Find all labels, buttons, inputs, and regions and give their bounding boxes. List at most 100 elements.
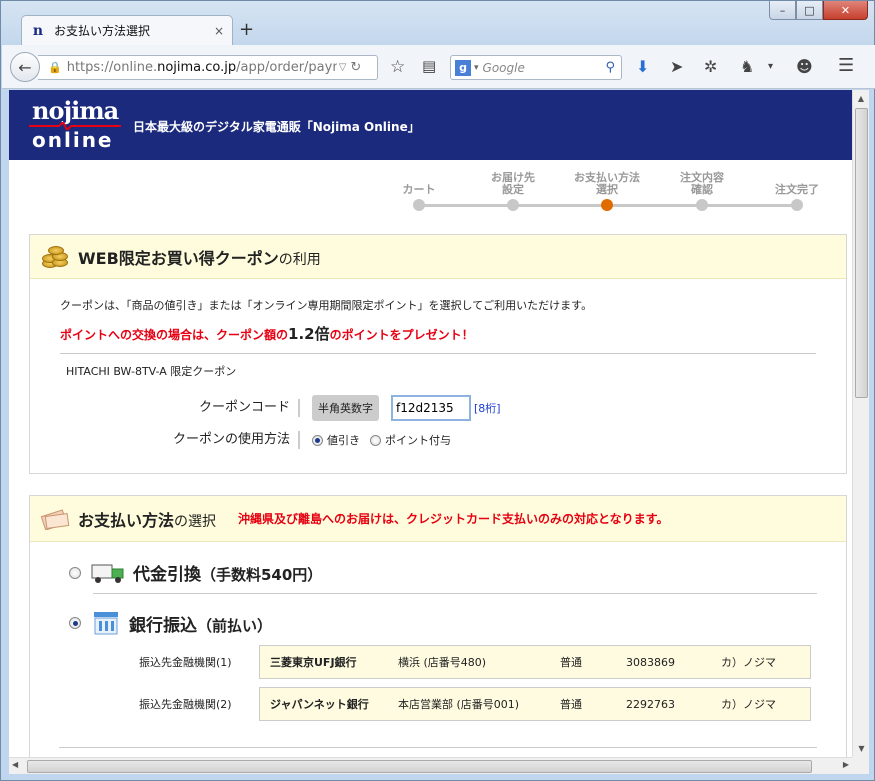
new-tab-button[interactable]: +: [239, 19, 254, 40]
coupon-title-suffix: の利用: [278, 251, 321, 268]
method-points-radio[interactable]: [370, 434, 381, 446]
step-dot: [791, 199, 803, 211]
bookmark-star-icon[interactable]: ☆: [390, 57, 405, 77]
cod-radio[interactable]: [69, 566, 81, 579]
coupon-description: クーポンは、「商品の値引き」または「オンライン専用期間限定ポイント」を選択してご…: [60, 299, 593, 312]
promo-text-after: のポイントをプレゼント！: [329, 328, 474, 342]
search-input[interactable]: Google: [483, 61, 606, 75]
minimize-button[interactable]: –: [769, 1, 796, 20]
bank-name: 三菱東京UFJ銀行: [270, 656, 357, 669]
payment-envelope-icon: [40, 508, 70, 530]
cod-title-sub: （手数料540円）: [201, 566, 323, 584]
bank-name: ジャパンネット銀行: [270, 698, 369, 711]
account-type: 普通: [560, 656, 582, 669]
step-label: 注文内容 確認: [680, 171, 724, 196]
bank-transfer-radio[interactable]: [69, 617, 81, 629]
vertical-scroll-thumb[interactable]: [855, 108, 868, 398]
cod-title-main: 代金引換: [133, 565, 201, 585]
coupon-panel-title: WEB限定お買い得クーポンの利用: [78, 245, 321, 269]
search-bar[interactable]: g ▾ Google ⚲: [450, 55, 622, 80]
url-path: /app/order/payme: [236, 60, 337, 75]
account-holder: カ）ノジマ: [721, 656, 776, 669]
search-engine-dropdown-icon[interactable]: ▾: [474, 63, 479, 73]
navigation-bar: 🔒 https://online.nojima.co.jp/app/order/…: [2, 45, 875, 89]
title-bar: – □ ✕ n お支払い方法選択 × +: [1, 1, 874, 45]
download-icon[interactable]: ⬇: [636, 57, 649, 76]
bank-info-box: ジャパンネット銀行 本店営業部 (店番号001) 普通 2292763 カ）ノジ…: [259, 687, 811, 721]
coupon-title-main: WEB限定お買い得クーポン: [78, 248, 279, 268]
back-button[interactable]: ←: [10, 52, 40, 82]
payment-separator: [93, 593, 817, 594]
nojima-logo[interactable]: nojima online: [29, 94, 124, 156]
method-discount-option[interactable]: 値引き: [312, 432, 360, 448]
google-icon[interactable]: g: [455, 59, 471, 76]
step-complete: 注文完了: [757, 166, 837, 211]
browser-tab[interactable]: n お支払い方法選択 ×: [21, 15, 233, 45]
step-dot: [507, 199, 519, 211]
method-points-option[interactable]: ポイント付与: [370, 432, 451, 448]
url-bar[interactable]: 🔒 https://online.nojima.co.jp/app/order/…: [38, 55, 378, 80]
bank-icon: [94, 612, 118, 635]
bank-info-box: 三菱東京UFJ銀行 横浜 (店番号480) 普通 3083869 カ）ノジマ: [259, 645, 811, 679]
site-tagline: 日本最大級のデジタル家電通販「Nojima Online」: [133, 120, 420, 134]
coupon-panel-header: WEB限定お買い得クーポンの利用: [30, 235, 846, 279]
chat-icon[interactable]: ☻: [796, 57, 813, 76]
step-delivery: お届け先 設定: [473, 166, 553, 211]
url-dropdown-icon[interactable]: ▽: [339, 62, 347, 73]
step-label: お届け先 設定: [491, 171, 535, 196]
step-dot: [413, 199, 425, 211]
payment-panel-header: お支払い方法の選択 沖縄県及び離島へのお届けは、クレジットカード支払いのみの対応…: [30, 496, 846, 542]
scroll-right-icon[interactable]: ▶: [843, 760, 849, 769]
extension-icon[interactable]: ✲: [704, 57, 717, 76]
step-confirm: 注文内容 確認: [662, 166, 742, 211]
alphanumeric-badge: 半角英数字: [312, 395, 379, 421]
url-domain: nojima.co.jp: [157, 60, 237, 75]
horizontal-scrollbar[interactable]: ◀ ▶: [9, 757, 852, 774]
method-points-label: ポイント付与: [385, 434, 451, 447]
logo-text-online: online: [32, 128, 114, 152]
bird-icon[interactable]: ♞: [740, 57, 754, 76]
promo-multiplier: 1.2倍: [288, 325, 330, 343]
site-header: nojima online 日本最大級のデジタル家電通販「Nojima Onli…: [9, 90, 852, 160]
vertical-scrollbar[interactable]: ▲ ▼: [852, 90, 869, 757]
method-discount-radio[interactable]: [312, 434, 323, 446]
payment-option-bank[interactable]: 銀行振込（前払い）: [69, 610, 272, 636]
menu-icon[interactable]: ☰: [838, 55, 854, 76]
coupon-code-label: クーポンコード: [30, 399, 300, 417]
step-cart: カート: [379, 166, 459, 211]
bank-row-1: 振込先金融機関(1) 三菱東京UFJ銀行 横浜 (店番号480) 普通 3083…: [139, 645, 811, 679]
search-icon[interactable]: ⚲: [605, 60, 615, 75]
close-window-button[interactable]: ✕: [823, 1, 868, 20]
tab-close-icon[interactable]: ×: [214, 24, 224, 38]
scroll-up-icon[interactable]: ▲: [853, 90, 869, 107]
coupon-method-label: クーポンの使用方法: [30, 431, 300, 449]
bird-dropdown-icon[interactable]: ▾: [768, 61, 773, 72]
bank-transfer-title: 銀行振込（前払い）: [129, 611, 272, 636]
payment-bottom-separator: [59, 747, 817, 748]
maximize-button[interactable]: □: [796, 1, 823, 20]
logo-text-nojima: nojima: [32, 96, 119, 125]
page-viewport: nojima online 日本最大級のデジタル家電通販「Nojima Onli…: [9, 90, 852, 757]
payment-panel-title: お支払い方法の選択: [78, 507, 216, 531]
scroll-left-icon[interactable]: ◀: [12, 760, 18, 769]
url-text: https://online.nojima.co.jp/app/order/pa…: [67, 60, 337, 75]
reading-list-icon[interactable]: ▤: [422, 57, 436, 75]
step-label: お支払い方法 選択: [574, 171, 640, 196]
browser-window: – □ ✕ n お支払い方法選択 × + 🔒 https://online.no…: [0, 0, 875, 781]
send-icon[interactable]: ➤: [670, 57, 683, 76]
coupon-code-row: クーポンコード 半角英数字 [8桁]: [30, 395, 501, 421]
account-holder: カ）ノジマ: [721, 698, 776, 711]
reload-icon[interactable]: ↻: [350, 60, 361, 75]
payment-title-main: お支払い方法: [78, 510, 175, 530]
payment-option-cod[interactable]: 代金引換（手数料540円）: [69, 560, 322, 585]
bank-transfer-title-main: 銀行振込: [129, 615, 197, 636]
scroll-down-icon[interactable]: ▼: [853, 740, 870, 757]
cod-title: 代金引換（手数料540円）: [133, 560, 322, 585]
coupon-method-row: クーポンの使用方法 値引き ポイント付与: [30, 431, 451, 449]
coupon-panel: WEB限定お買い得クーポンの利用 クーポンは、「商品の値引き」または「オンライン…: [29, 234, 847, 474]
horizontal-scroll-thumb[interactable]: [27, 760, 812, 773]
coupon-code-input[interactable]: [391, 395, 471, 421]
promo-text-before: ポイントへの交換の場合は、クーポン額の: [60, 328, 289, 342]
step-label: カート: [402, 183, 436, 196]
code-digits-hint: [8桁]: [474, 402, 501, 415]
